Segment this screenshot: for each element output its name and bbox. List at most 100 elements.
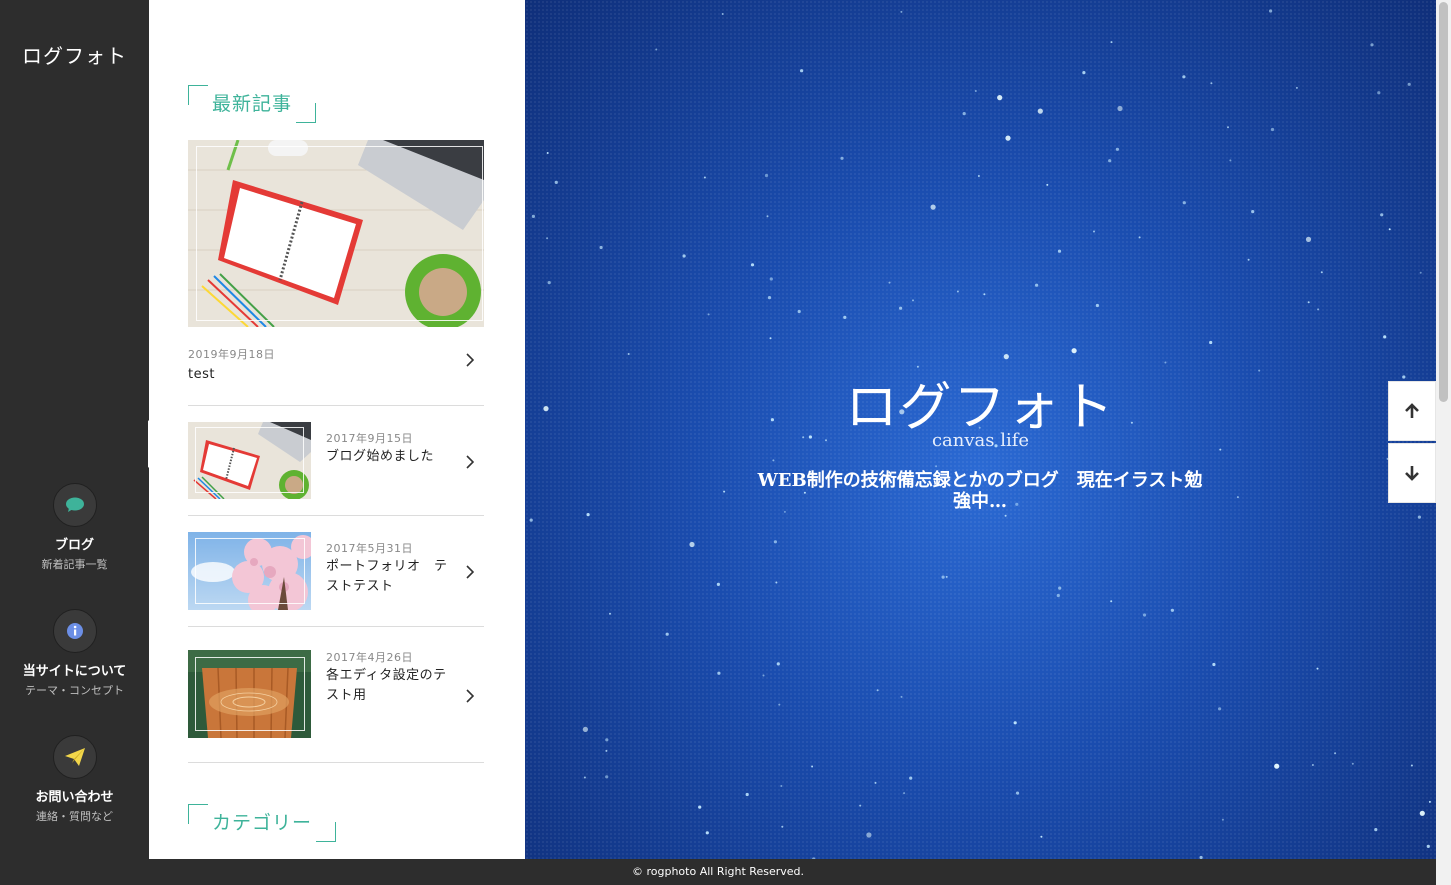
star bbox=[1082, 71, 1086, 75]
star bbox=[1115, 147, 1119, 151]
star bbox=[546, 237, 549, 240]
star bbox=[1351, 762, 1354, 765]
star bbox=[843, 315, 847, 319]
star bbox=[1170, 608, 1174, 612]
post-list-item[interactable]: 2017年4月26日 各エディタ設定のテスト用 bbox=[188, 650, 484, 739]
star bbox=[583, 776, 586, 779]
star bbox=[797, 309, 801, 314]
star bbox=[605, 775, 609, 779]
divider bbox=[188, 405, 484, 406]
star bbox=[945, 575, 948, 578]
star bbox=[1035, 283, 1039, 287]
hero-description: WEB制作の技術備忘録とかのブログ 現在イラスト勉強中… bbox=[757, 470, 1203, 512]
star bbox=[773, 540, 777, 544]
star bbox=[547, 281, 551, 285]
post-thumbnail[interactable] bbox=[188, 650, 311, 738]
star bbox=[900, 10, 903, 13]
star bbox=[775, 581, 778, 584]
star bbox=[776, 662, 780, 666]
scroll-down-button[interactable] bbox=[1388, 443, 1436, 503]
star bbox=[1212, 662, 1216, 667]
star bbox=[698, 805, 702, 809]
nav-item-contact[interactable]: お問い合わせ 連絡・質問など bbox=[0, 735, 149, 824]
star bbox=[723, 490, 726, 493]
star bbox=[974, 90, 977, 92]
star bbox=[769, 337, 772, 340]
featured-post-title[interactable]: test bbox=[188, 365, 275, 385]
chevron-right-icon[interactable] bbox=[466, 454, 475, 473]
star bbox=[529, 518, 533, 522]
star bbox=[840, 156, 844, 160]
star bbox=[1004, 514, 1007, 517]
star bbox=[717, 671, 721, 675]
post-thumbnail[interactable] bbox=[188, 422, 311, 499]
chevron-right-icon[interactable] bbox=[466, 688, 475, 707]
post-date: 2017年4月26日 bbox=[326, 651, 413, 664]
star bbox=[745, 792, 749, 797]
post-title[interactable]: ブログ始めました bbox=[326, 447, 456, 467]
latest-posts-panel: 最新記事 2019年9月18日 test 2017年9月15日 ブログ始めました… bbox=[149, 0, 525, 859]
star bbox=[1138, 236, 1141, 239]
nav-item-blog[interactable]: ブログ 新着記事一覧 bbox=[0, 483, 149, 572]
star bbox=[1388, 228, 1391, 231]
star bbox=[1227, 126, 1229, 129]
post-thumbnail[interactable] bbox=[188, 532, 311, 610]
nav-label: 当サイトについて bbox=[22, 664, 127, 679]
post-title[interactable]: ポートフォリオ テストテスト bbox=[326, 557, 456, 597]
post-title[interactable]: 各エディタ設定のテスト用 bbox=[326, 666, 456, 706]
star bbox=[1037, 108, 1043, 114]
featured-post-image[interactable] bbox=[188, 140, 484, 327]
star bbox=[703, 176, 706, 179]
star bbox=[1095, 303, 1099, 308]
star bbox=[1383, 335, 1387, 339]
paper-plane-icon bbox=[52, 735, 97, 779]
star bbox=[1110, 600, 1113, 603]
star bbox=[766, 215, 769, 218]
star bbox=[1046, 183, 1049, 186]
info-icon bbox=[52, 609, 97, 653]
chevron-right-icon[interactable] bbox=[466, 352, 475, 371]
star bbox=[682, 254, 686, 258]
nav-item-about[interactable]: 当サイトについて テーマ・コンセプト bbox=[0, 609, 149, 698]
star bbox=[1209, 340, 1213, 345]
star bbox=[1380, 213, 1384, 217]
star bbox=[983, 293, 986, 296]
star bbox=[750, 263, 755, 267]
star bbox=[1003, 354, 1009, 360]
star bbox=[1182, 75, 1186, 79]
hero-subtitle: canvas life bbox=[931, 430, 1030, 451]
star bbox=[1295, 86, 1298, 89]
star bbox=[655, 48, 658, 51]
page-scrollbar[interactable] bbox=[1436, 0, 1451, 885]
star bbox=[866, 832, 872, 838]
scrollbar-thumb[interactable] bbox=[1439, 2, 1448, 402]
latest-posts-heading: 最新記事 bbox=[188, 85, 317, 123]
star bbox=[716, 582, 720, 587]
star bbox=[627, 353, 630, 355]
star bbox=[1013, 721, 1017, 725]
chevron-right-icon[interactable] bbox=[466, 564, 475, 583]
star bbox=[1419, 810, 1425, 816]
star bbox=[772, 459, 775, 462]
star bbox=[1117, 105, 1123, 112]
nav-sublabel: 新着記事一覧 bbox=[41, 558, 108, 571]
star bbox=[778, 703, 781, 706]
star bbox=[1320, 271, 1323, 274]
post-list-item[interactable]: 2017年9月15日 ブログ始めました bbox=[188, 422, 484, 500]
site-logo[interactable]: ログフォト bbox=[0, 40, 149, 69]
star bbox=[1247, 258, 1250, 261]
scroll-up-button[interactable] bbox=[1388, 381, 1436, 441]
star bbox=[899, 306, 903, 310]
star bbox=[1108, 159, 1112, 163]
star bbox=[888, 281, 891, 284]
star bbox=[1182, 201, 1186, 205]
star bbox=[764, 173, 769, 178]
star bbox=[941, 575, 945, 579]
star bbox=[689, 541, 695, 548]
latest-posts-heading-text: 最新記事 bbox=[212, 93, 293, 115]
star bbox=[1311, 764, 1314, 766]
post-list-item[interactable]: 2017年5月31日 ポートフォリオ テストテスト bbox=[188, 532, 484, 610]
hero-title: ログフォト bbox=[845, 378, 1116, 438]
star bbox=[1426, 844, 1430, 849]
divider bbox=[188, 626, 484, 627]
